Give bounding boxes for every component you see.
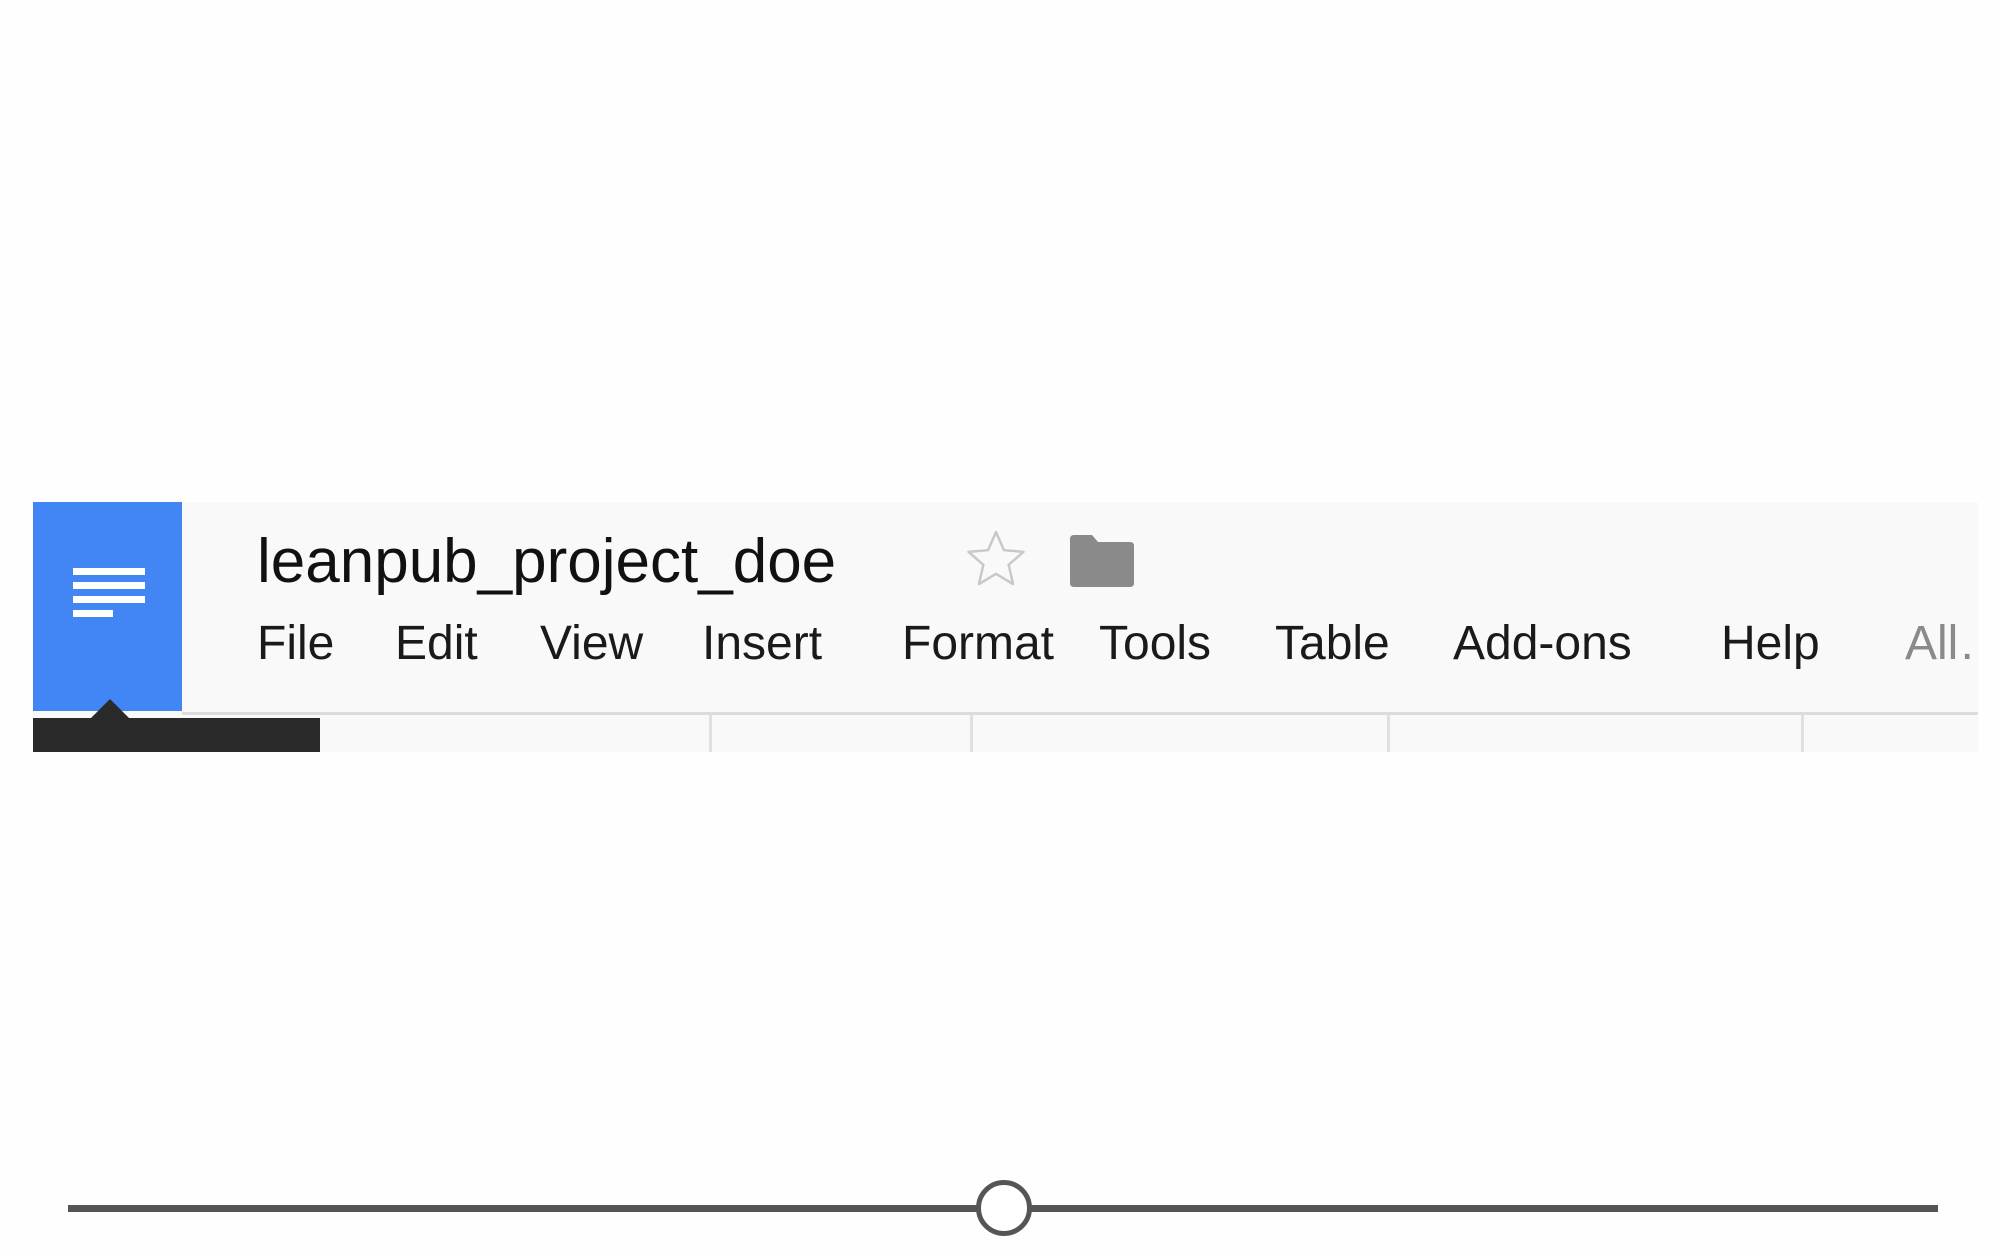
- menu-insert[interactable]: Insert: [702, 614, 822, 674]
- toolbar-separator: [709, 715, 712, 752]
- toolbar-separator: [1387, 715, 1390, 752]
- docs-icon-line: [73, 582, 145, 589]
- document-title[interactable]: leanpub_project_doe: [257, 524, 836, 600]
- menu-view[interactable]: View: [540, 614, 643, 674]
- menu-format[interactable]: Format: [902, 614, 1054, 674]
- header-divider: [182, 712, 1978, 715]
- menu-tools[interactable]: Tools: [1099, 614, 1211, 674]
- menu-table[interactable]: Table: [1275, 614, 1390, 674]
- docs-icon-line: [73, 596, 145, 603]
- tooltip: [33, 718, 320, 752]
- menu-add-ons[interactable]: Add-ons: [1453, 614, 1632, 674]
- tooltip-arrow: [90, 699, 130, 719]
- toolbar-separator: [970, 715, 973, 752]
- menu-file[interactable]: File: [257, 614, 334, 674]
- docs-header: leanpub_project_doe File Edit View Inser…: [33, 502, 1978, 752]
- docs-icon-line: [73, 568, 145, 575]
- star-outline-icon[interactable]: [963, 526, 1029, 592]
- comparison-slider[interactable]: [68, 1180, 1938, 1236]
- slider-handle[interactable]: [976, 1180, 1032, 1236]
- docs-logo-button[interactable]: [33, 502, 182, 711]
- menu-edit[interactable]: Edit: [395, 614, 478, 674]
- menu-help[interactable]: Help: [1721, 614, 1820, 674]
- docs-icon-line: [73, 610, 113, 617]
- toolbar-separator: [1801, 715, 1804, 752]
- folder-icon[interactable]: [1070, 535, 1134, 587]
- screenshot-stage: leanpub_project_doe File Edit View Inser…: [0, 0, 2000, 1250]
- menu-all-changes[interactable]: All…: [1905, 614, 1978, 674]
